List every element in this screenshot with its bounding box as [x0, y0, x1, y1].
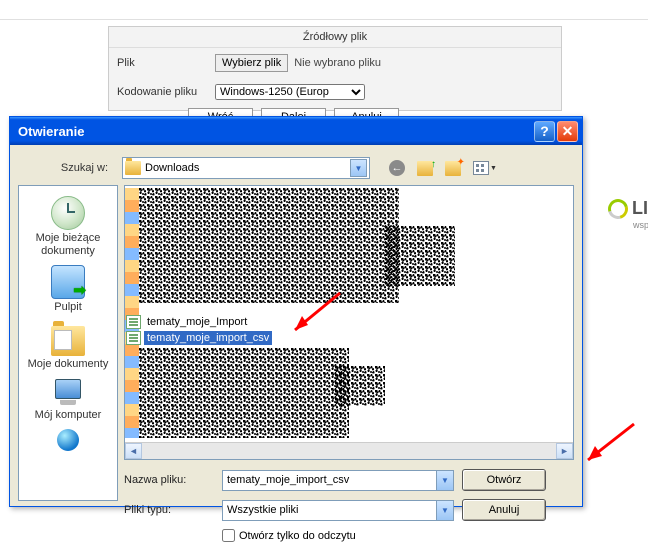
views-icon: [473, 161, 489, 175]
sidebar-item-mycomputer[interactable]: Mój komputer: [31, 377, 106, 424]
file-list[interactable]: tematy_moje_Import tematy_moje_import_cs…: [124, 185, 574, 460]
close-icon[interactable]: ✕: [557, 121, 578, 142]
scrollbar-horizontal[interactable]: ◄ ►: [125, 442, 573, 459]
readonly-label: Otwórz tylko do odczytu: [239, 530, 356, 542]
new-folder-button[interactable]: [442, 157, 464, 179]
folder-up-icon: [417, 161, 433, 176]
cancel-button[interactable]: Anuluj: [462, 499, 546, 521]
scroll-right-icon[interactable]: ►: [556, 443, 573, 459]
lookin-value: Downloads: [145, 162, 350, 174]
filename-value: tematy_moje_import_csv: [223, 474, 436, 486]
scroll-left-icon[interactable]: ◄: [125, 443, 142, 459]
dialog-titlebar[interactable]: Otwieranie ? ✕: [10, 117, 582, 145]
sidebar-item-desktop[interactable]: Pulpit: [47, 263, 89, 316]
open-file-dialog: Otwieranie ? ✕ Szukaj w: Downloads ▼ ← ▼: [9, 116, 583, 507]
views-button[interactable]: ▼: [470, 157, 500, 179]
source-file-panel: Źródłowy plik Plik Wybierz plik Nie wybr…: [108, 26, 562, 111]
places-sidebar: Moje bieżące dokumenty Pulpit Moje dokum…: [18, 185, 118, 501]
arrow-left-icon: ←: [389, 160, 405, 176]
redacted-area: [139, 348, 349, 438]
file-item[interactable]: tematy_moje_Import: [125, 314, 250, 330]
brand-logo-sub: wsp: [633, 220, 648, 230]
chevron-down-icon: ▼: [490, 165, 497, 172]
sidebar-item-label: Mój komputer: [35, 409, 102, 422]
filetype-combo[interactable]: Wszystkie pliki ▼: [222, 500, 454, 521]
lookin-combo[interactable]: Downloads ▼: [122, 157, 370, 179]
folder-icon: [125, 161, 141, 175]
dialog-title: Otwieranie: [18, 124, 84, 139]
file-name: tematy_moje_import_csv: [144, 331, 272, 345]
desktop-icon: [51, 265, 85, 299]
source-file-header: Źródłowy plik: [109, 27, 561, 48]
chevron-down-icon[interactable]: ▼: [436, 501, 453, 520]
computer-icon: [51, 379, 85, 407]
filetype-label: Pliki typu:: [124, 504, 214, 516]
nav-back-button[interactable]: ←: [386, 157, 408, 179]
sidebar-item-network[interactable]: [47, 427, 89, 461]
brand-logo-icon: [604, 195, 631, 222]
brand-logo: LI wsp: [608, 198, 648, 219]
recent-icon: [51, 196, 85, 230]
file-icon: [126, 315, 141, 329]
new-folder-icon: [445, 161, 461, 176]
encoding-select[interactable]: Windows-1250 (Europ: [215, 84, 365, 100]
open-button[interactable]: Otwórz: [462, 469, 546, 491]
network-icon: [51, 429, 85, 459]
filetype-value: Wszystkie pliki: [223, 504, 436, 516]
filename-combo[interactable]: tematy_moje_import_csv ▼: [222, 470, 454, 491]
redacted-area: [385, 226, 455, 286]
lookin-label: Szukaj w:: [18, 162, 116, 174]
redacted-area: [335, 366, 385, 406]
sidebar-item-mydocs[interactable]: Moje dokumenty: [24, 320, 113, 373]
scroll-track[interactable]: [142, 443, 556, 459]
readonly-checkbox[interactable]: [222, 529, 235, 542]
brand-logo-text: LI: [632, 198, 648, 219]
file-name: tematy_moje_Import: [144, 315, 250, 329]
documents-icon: [51, 326, 85, 356]
divider-top: [0, 19, 648, 20]
file-item-selected[interactable]: tematy_moje_import_csv: [125, 330, 272, 346]
annotation-arrow: [576, 418, 646, 473]
chevron-down-icon[interactable]: ▼: [436, 471, 453, 490]
encoding-label: Kodowanie pliku: [117, 86, 215, 98]
file-icon: [126, 331, 141, 345]
filename-label: Nazwa pliku:: [124, 474, 214, 486]
choose-file-button[interactable]: Wybierz plik: [215, 54, 288, 72]
chevron-down-icon[interactable]: ▼: [350, 159, 367, 177]
help-icon[interactable]: ?: [534, 121, 555, 142]
sidebar-item-label: Moje dokumenty: [28, 358, 109, 371]
no-file-text: Nie wybrano pliku: [294, 57, 381, 69]
redacted-area: [139, 188, 399, 303]
sidebar-item-label: Moje bieżące dokumenty: [23, 232, 113, 257]
file-icons-column: [125, 188, 139, 438]
file-label: Plik: [117, 57, 215, 69]
sidebar-item-recent[interactable]: Moje bieżące dokumenty: [19, 194, 117, 259]
sidebar-item-label: Pulpit: [51, 301, 85, 314]
nav-up-button[interactable]: [414, 157, 436, 179]
